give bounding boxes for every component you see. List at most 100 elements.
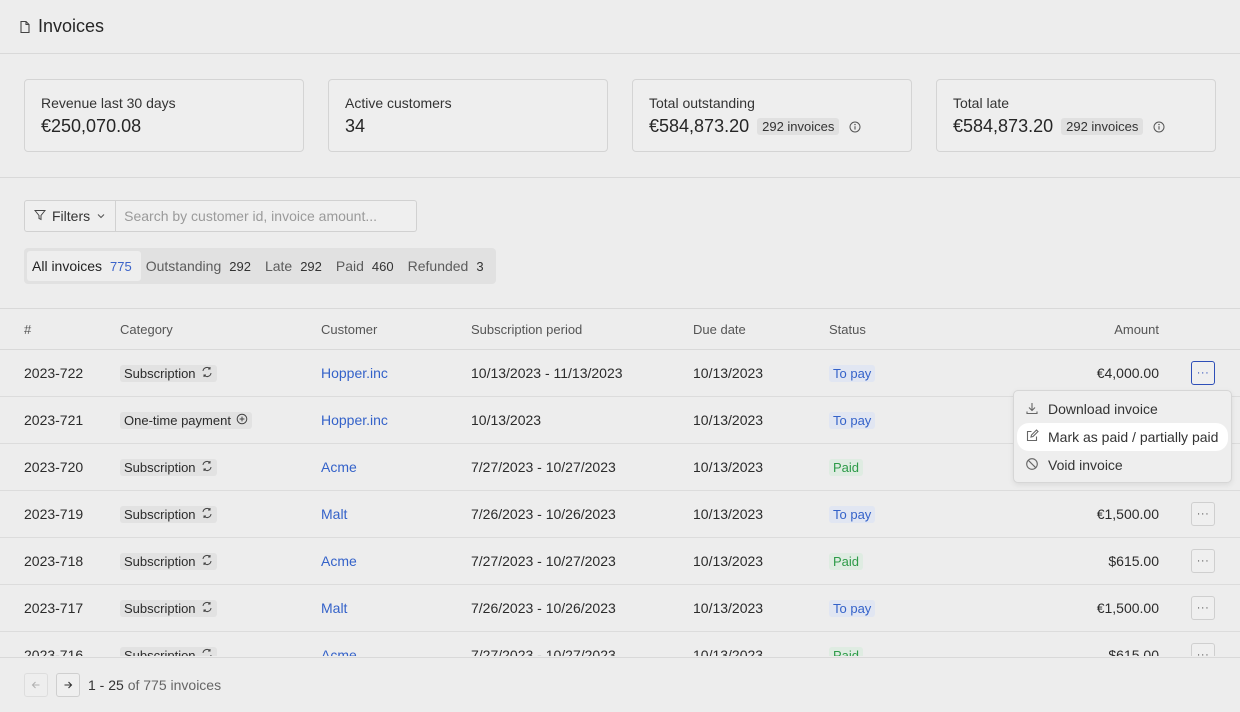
tab-label: Refunded — [407, 258, 469, 274]
pagination-footer: 1 - 25 of 775 invoices — [0, 657, 1240, 712]
category-cell: Subscription — [120, 350, 217, 396]
stat-value: €584,873.20 — [953, 116, 1054, 136]
table-row[interactable]: 2023-717 Subscription Malt 7/26/2023 - 10/2… — [0, 585, 1240, 632]
row-actions-button[interactable]: ··· — [1191, 643, 1215, 656]
customer-link[interactable]: Acme — [321, 459, 357, 475]
row-actions-menu: Download invoice Mark as paid / partiall… — [1013, 390, 1232, 483]
stat-label: Revenue last 30 days — [41, 95, 176, 111]
column-header-number: # — [24, 322, 32, 337]
info-icon[interactable] — [849, 121, 861, 133]
recurring-icon — [201, 648, 213, 656]
row-actions-button[interactable]: ··· — [1191, 549, 1215, 573]
subscription-period: 7/26/2023 - 10/26/2023 — [471, 600, 616, 616]
stat-card-customers: Active customers 34 — [328, 79, 608, 152]
tab-late[interactable]: Late 292 — [260, 251, 331, 281]
filter-bar: Filters — [24, 200, 1216, 232]
category-cell: Subscription — [120, 538, 217, 584]
tab-count: 775 — [110, 258, 132, 274]
category-cell: Subscription — [120, 491, 217, 537]
category-label: Subscription — [124, 600, 196, 616]
search-input[interactable] — [116, 200, 418, 232]
table-row[interactable]: 2023-718 Subscription Acme 7/27/2023 - 10/2… — [0, 538, 1240, 585]
invoice-number: 2023-719 — [24, 506, 84, 522]
invoice-tabs: All invoices 775 Outstanding 292 Late 29… — [24, 248, 496, 284]
row-actions-button[interactable]: ··· — [1191, 361, 1215, 385]
category-badge: Subscription — [120, 599, 217, 617]
pagination-range: 1 - 25 — [88, 677, 124, 693]
document-icon — [18, 20, 32, 34]
tab-label: All invoices — [32, 258, 103, 274]
category-badge: One-time payment — [120, 411, 252, 429]
subscription-period: 7/27/2023 - 10/27/2023 — [471, 647, 616, 656]
previous-page-button[interactable] — [24, 673, 48, 697]
category-cell: Subscription — [120, 444, 217, 490]
filters-label: Filters — [52, 208, 91, 224]
stat-card-outstanding: Total outstanding €584,873.20 292 invoic… — [632, 79, 912, 152]
category-cell: Subscription — [120, 585, 217, 631]
customer-link[interactable]: Hopper.inc — [321, 412, 388, 428]
actions-cell: ··· — [1191, 585, 1215, 631]
invoice-number: 2023-716 — [24, 647, 84, 656]
customer-link[interactable]: Acme — [321, 553, 357, 569]
status-badge: Paid — [829, 646, 864, 656]
menu-item-label: Download invoice — [1048, 401, 1158, 417]
column-header-status: Status — [829, 322, 866, 337]
recurring-icon — [201, 460, 213, 475]
actions-cell: ··· — [1191, 491, 1215, 537]
status-badge: To pay — [829, 364, 876, 382]
status-cell: To pay — [829, 350, 876, 396]
due-date: 10/13/2023 — [693, 600, 764, 616]
customer-link[interactable]: Malt — [321, 506, 347, 522]
customer-link[interactable]: Hopper.inc — [321, 365, 388, 381]
tab-all-invoices[interactable]: All invoices 775 — [27, 251, 141, 281]
row-actions-button[interactable]: ··· — [1191, 596, 1215, 620]
due-date: 10/13/2023 — [693, 365, 764, 381]
info-icon[interactable] — [1153, 121, 1165, 133]
customer-cell: Acme — [321, 632, 357, 656]
due-date: 10/13/2023 — [693, 647, 764, 656]
invoice-count-badge: 292 invoices — [1061, 118, 1144, 135]
customer-cell: Malt — [321, 491, 347, 537]
tab-paid[interactable]: Paid 460 — [331, 251, 403, 281]
category-badge: Subscription — [120, 458, 217, 476]
page-title: Invoices — [38, 16, 105, 36]
status-cell: To pay — [829, 491, 876, 537]
customer-link[interactable]: Acme — [321, 647, 357, 656]
invoice-number: 2023-722 — [24, 365, 84, 381]
next-page-button[interactable] — [56, 673, 80, 697]
due-date: 10/13/2023 — [693, 459, 764, 475]
tab-count: 460 — [371, 258, 394, 274]
actions-cell: ··· — [1191, 538, 1215, 584]
column-header-customer: Customer — [321, 322, 378, 337]
tab-outstanding[interactable]: Outstanding 292 — [141, 251, 260, 281]
menu-item-label: Mark as paid / partially paid — [1048, 429, 1219, 445]
subscription-period: 7/27/2023 - 10/27/2023 — [471, 459, 616, 475]
status-cell: Paid — [829, 444, 864, 490]
ban-icon — [1025, 457, 1039, 474]
status-cell: To pay — [829, 585, 876, 631]
status-badge: Paid — [829, 458, 864, 476]
edit-icon — [1025, 428, 1039, 446]
table-row[interactable]: 2023-716 Subscription Acme 7/27/2023 - 10/2… — [0, 632, 1240, 656]
menu-item-void-invoice[interactable]: Void invoice — [1017, 451, 1228, 479]
tab-label: Late — [264, 258, 293, 274]
invoice-number: 2023-721 — [24, 412, 84, 428]
amount: $615.00 — [1108, 647, 1159, 656]
category-badge: Subscription — [120, 505, 217, 523]
menu-item-download-invoice[interactable]: Download invoice — [1017, 395, 1228, 423]
filters-button[interactable]: Filters — [24, 200, 117, 232]
stat-value: €250,070.08 — [41, 116, 142, 136]
category-label: Subscription — [124, 365, 196, 381]
download-icon — [1025, 401, 1039, 418]
recurring-icon — [201, 366, 213, 381]
row-actions-button[interactable]: ··· — [1191, 502, 1215, 526]
table-row[interactable]: 2023-719 Subscription Malt 7/26/2023 - 10/2… — [0, 491, 1240, 538]
due-date: 10/13/2023 — [693, 506, 764, 522]
amount: $615.00 — [1108, 553, 1159, 569]
tab-label: Outstanding — [145, 258, 222, 274]
tab-refunded[interactable]: Refunded 3 — [403, 251, 493, 281]
menu-item-mark-as-paid[interactable]: Mark as paid / partially paid — [1017, 423, 1228, 451]
category-label: One-time payment — [124, 412, 231, 428]
column-header-amount: Amount — [1114, 322, 1159, 337]
customer-link[interactable]: Malt — [321, 600, 347, 616]
